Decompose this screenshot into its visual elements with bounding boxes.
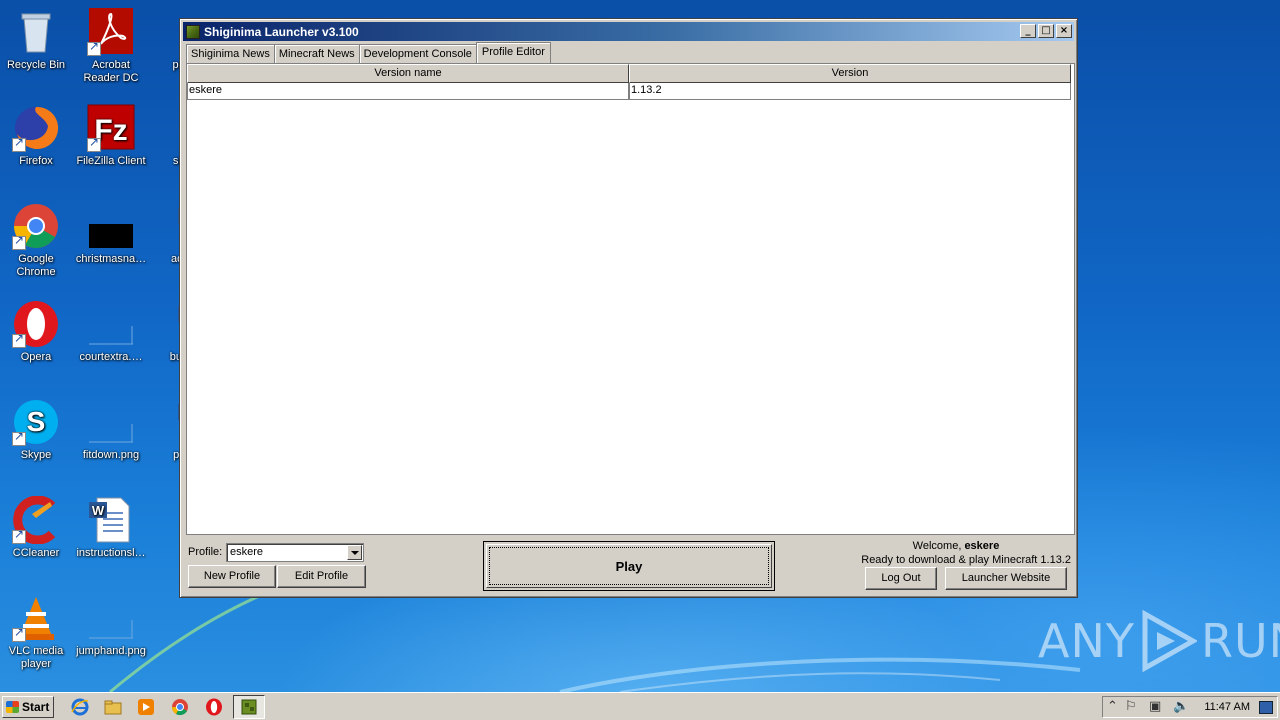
minimize-button[interactable]: _: [1020, 24, 1036, 38]
network-icon[interactable]: ▣: [1149, 699, 1161, 714]
system-tray: ⌃ ⚐ ▣ 🔈 11:47 AM: [1102, 696, 1278, 718]
media-player-icon[interactable]: [137, 698, 155, 716]
show-hidden-icons-icon[interactable]: ⌃: [1107, 699, 1118, 714]
taskbar-launcher-button[interactable]: [233, 695, 265, 719]
image-file-icon: [87, 202, 135, 250]
blank-file-icon: [87, 398, 135, 446]
tab-profile-editor[interactable]: Profile Editor: [475, 42, 551, 63]
desktop-icon-firefox[interactable]: Firefox: [0, 104, 74, 168]
windows-logo-icon: [6, 701, 19, 713]
word-document-icon: W: [87, 496, 135, 544]
cell-version-name: eskere: [187, 83, 629, 100]
column-header-version-name[interactable]: Version name: [187, 64, 629, 83]
tab-strip: Shiginima News Minecraft News Developmen…: [186, 42, 551, 63]
chrome-icon: [12, 202, 60, 250]
title-bar[interactable]: Shiginima Launcher v3.100 _ □ ×: [183, 22, 1074, 41]
table-row[interactable]: eskere 1.13.2: [187, 83, 1074, 100]
chrome-taskbar-icon[interactable]: [171, 698, 189, 716]
log-out-button[interactable]: Log Out: [865, 567, 937, 590]
start-button[interactable]: Start: [2, 696, 54, 718]
desktop-icon-courtextra[interactable]: courtextra.…: [73, 300, 149, 364]
volume-icon[interactable]: 🔈: [1173, 699, 1189, 714]
taskbar: Start ⌃ ⚐ ▣ 🔈 11:47 AM: [0, 692, 1280, 720]
launcher-website-button[interactable]: Launcher Website: [945, 567, 1067, 590]
tab-shiginima-news[interactable]: Shiginima News: [186, 44, 275, 63]
firefox-icon: [12, 104, 60, 152]
window-title: Shiginima Launcher v3.100: [204, 24, 359, 39]
blank-file-icon: [87, 300, 135, 348]
desktop-icon-christmasna[interactable]: christmasna…: [73, 202, 149, 266]
launcher-window: Shiginima Launcher v3.100 _ □ × Shiginim…: [179, 18, 1078, 598]
welcome-text: Welcome, eskere: [912, 540, 1000, 552]
clock[interactable]: 11:47 AM: [1204, 701, 1250, 713]
desktop-icon-ccleaner[interactable]: CCleaner: [0, 495, 74, 560]
file-explorer-icon[interactable]: [104, 698, 122, 716]
tab-minecraft-news[interactable]: Minecraft News: [273, 44, 360, 63]
svg-text:W: W: [92, 503, 105, 518]
new-profile-button[interactable]: New Profile: [188, 565, 276, 588]
show-desktop-button[interactable]: [1259, 701, 1273, 714]
anyrun-watermark: ANY RUN: [1038, 610, 1280, 672]
desktop-icon-instructions[interactable]: W instructionsl…: [73, 496, 149, 560]
maximize-button[interactable]: □: [1038, 24, 1054, 38]
tab-development-console[interactable]: Development Console: [358, 44, 477, 63]
cell-version: 1.13.2: [629, 83, 1071, 100]
desktop-icon-filezilla[interactable]: Fz FileZilla Client: [73, 104, 149, 168]
desktop-icon-acrobat-reader[interactable]: Acrobat Reader DC: [73, 8, 149, 85]
table-header: Version name Version: [187, 64, 1074, 83]
filezilla-icon: Fz: [87, 104, 135, 152]
profile-dropdown-value: eskere: [230, 546, 264, 558]
close-button[interactable]: ×: [1056, 24, 1072, 38]
ccleaner-icon: [12, 495, 60, 545]
play-button-label: Play: [615, 559, 643, 574]
desktop-icon-recycle-bin[interactable]: Recycle Bin: [0, 8, 74, 72]
profile-label: Profile:: [188, 546, 223, 558]
desktop-icon-google-chrome[interactable]: Google Chrome: [0, 202, 74, 279]
desktop-icon-vlc[interactable]: VLC media player: [0, 594, 74, 671]
username: eskere: [964, 540, 1000, 552]
action-center-flag-icon[interactable]: ⚐: [1125, 699, 1137, 714]
play-button[interactable]: Play: [483, 541, 775, 591]
launcher-app-icon: [186, 24, 200, 39]
acrobat-icon: [87, 8, 135, 56]
desktop-icon-skype[interactable]: S Skype: [0, 398, 74, 462]
vlc-icon: [12, 594, 60, 642]
blank-file-icon: [87, 594, 135, 642]
recycle-bin-icon: [12, 8, 60, 56]
status-text: Ready to download & play Minecraft 1.13.…: [861, 554, 1071, 566]
desktop-icon-fitdown[interactable]: fitdown.png: [73, 398, 149, 462]
launcher-taskbar-icon: [241, 699, 257, 715]
edit-profile-button[interactable]: Edit Profile: [277, 565, 366, 588]
column-header-version[interactable]: Version: [629, 64, 1071, 83]
profile-dropdown[interactable]: eskere: [226, 543, 364, 562]
play-triangle-icon: [1142, 610, 1197, 672]
opera-icon: [12, 300, 60, 348]
opera-taskbar-icon[interactable]: [205, 698, 223, 716]
skype-icon: S: [12, 398, 60, 446]
internet-explorer-icon[interactable]: [71, 698, 89, 716]
chevron-down-icon[interactable]: [347, 545, 362, 560]
profile-table: Version name Version eskere 1.13.2: [186, 63, 1075, 535]
desktop-icon-jumphand[interactable]: jumphand.png: [73, 594, 149, 658]
svg-text:S: S: [27, 406, 46, 437]
desktop-icon-opera[interactable]: Opera: [0, 300, 74, 364]
welcome-panel: Welcome, eskere Ready to download & play…: [811, 539, 1071, 567]
